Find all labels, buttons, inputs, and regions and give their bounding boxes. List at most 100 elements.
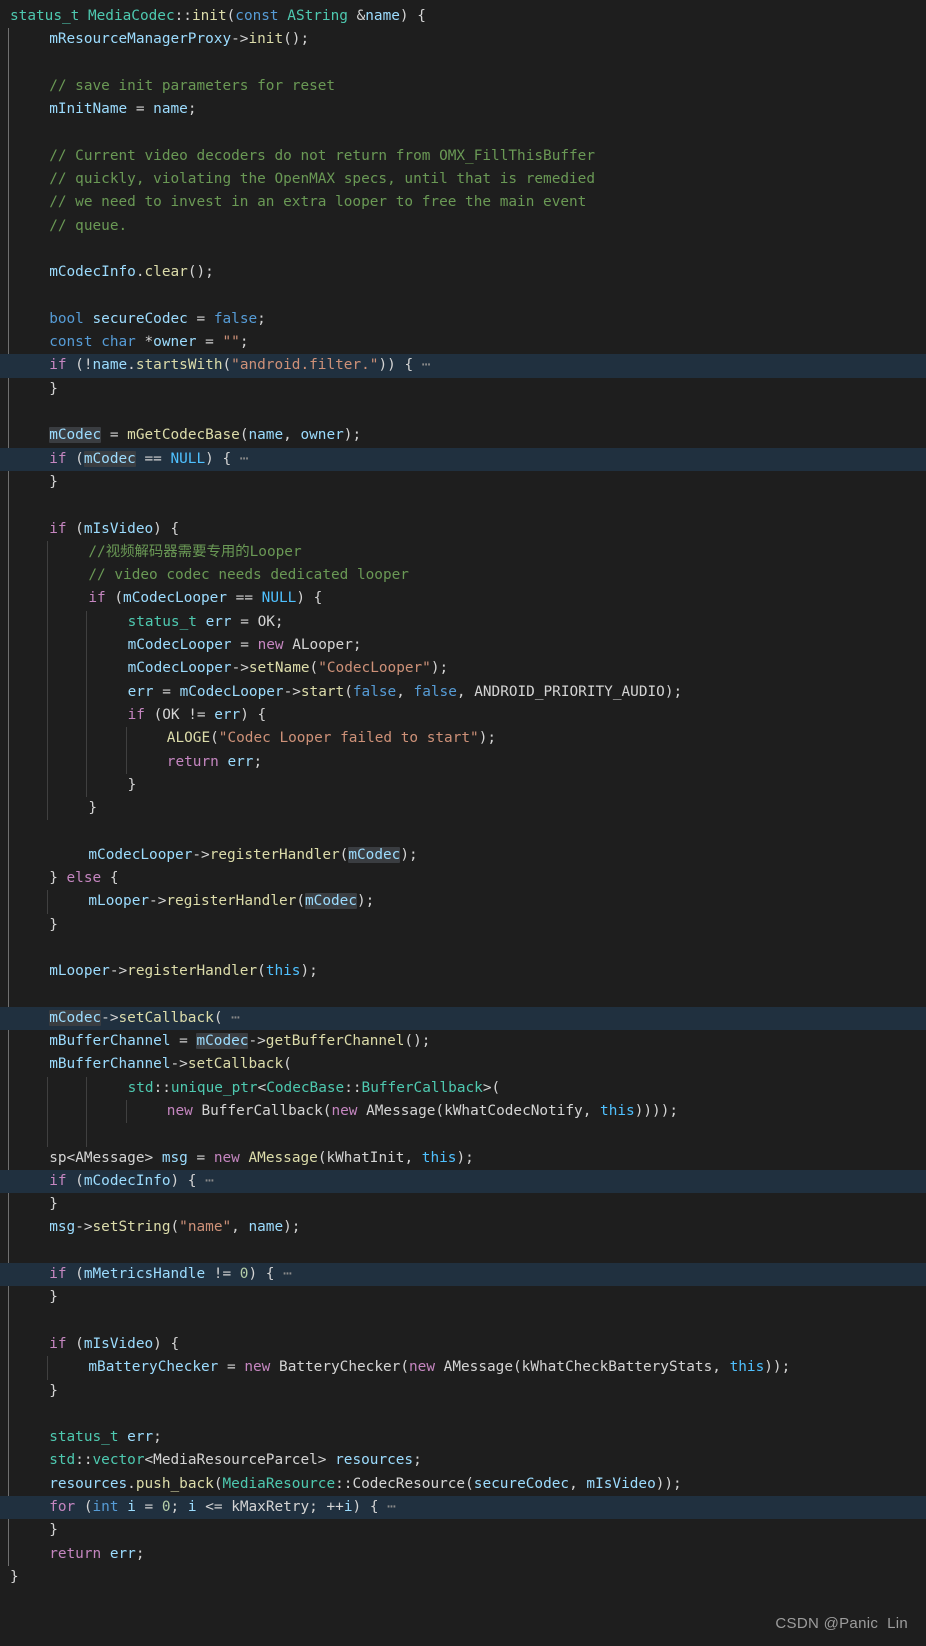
code-line[interactable] bbox=[0, 1403, 926, 1426]
code-line[interactable]: sp<AMessage> msg = new AMessage(kWhatIni… bbox=[0, 1147, 926, 1170]
code-line-text: if (mMetricsHandle != 0) { ⋯ bbox=[10, 1263, 292, 1286]
code-line[interactable]: // queue. bbox=[0, 215, 926, 238]
code-line[interactable] bbox=[0, 820, 926, 843]
code-line-text: } bbox=[10, 1193, 58, 1216]
code-line-text: mCodecInfo.clear(); bbox=[10, 261, 214, 284]
code-line[interactable]: if (mMetricsHandle != 0) { ⋯ bbox=[0, 1263, 926, 1287]
code-token: ); bbox=[343, 427, 362, 444]
code-line[interactable]: if (mIsVideo) { bbox=[0, 1333, 926, 1356]
code-token: clear bbox=[144, 264, 188, 281]
code-line[interactable]: // video codec needs dedicated looper bbox=[0, 564, 926, 587]
code-line[interactable]: new BufferCallback(new AMessage(kWhatCod… bbox=[0, 1100, 926, 1123]
code-token: ( bbox=[296, 893, 306, 910]
code-line[interactable]: //视频解码器需要专用的Looper bbox=[0, 541, 926, 564]
code-token: false bbox=[413, 683, 457, 700]
code-line[interactable]: mCodecLooper->setName("CodecLooper"); bbox=[0, 657, 926, 680]
code-line[interactable]: mInitName = name; bbox=[0, 98, 926, 121]
code-line[interactable]: mBufferChannel->setCallback( bbox=[0, 1053, 926, 1076]
code-token: ; bbox=[170, 1499, 188, 1515]
code-line[interactable]: std::unique_ptr<CodecBase::BufferCallbac… bbox=[0, 1077, 926, 1100]
code-line[interactable]: const char *owner = ""; bbox=[0, 331, 926, 354]
code-line[interactable] bbox=[0, 983, 926, 1006]
code-line[interactable]: return err; bbox=[0, 751, 926, 774]
code-line[interactable]: // quickly, violating the OpenMAX specs,… bbox=[0, 168, 926, 191]
code-line[interactable]: } bbox=[0, 471, 926, 494]
code-line[interactable]: if (mCodecLooper == NULL) { bbox=[0, 587, 926, 610]
code-line-text: return err; bbox=[10, 1543, 144, 1566]
code-line[interactable]: mCodecLooper->registerHandler(mCodec); bbox=[0, 844, 926, 867]
code-line[interactable] bbox=[0, 1240, 926, 1263]
code-line[interactable] bbox=[0, 238, 926, 261]
code-line[interactable]: status_t err; bbox=[0, 1426, 926, 1449]
code-token: MediaCodec bbox=[87, 8, 175, 24]
code-line[interactable]: } bbox=[0, 1286, 926, 1309]
code-token: -> bbox=[149, 893, 167, 910]
code-line[interactable] bbox=[0, 401, 926, 424]
code-token: err bbox=[109, 1545, 136, 1562]
code-token: this bbox=[421, 1149, 457, 1166]
code-line[interactable] bbox=[0, 937, 926, 960]
code-line[interactable] bbox=[0, 285, 926, 308]
code-line[interactable] bbox=[0, 52, 926, 75]
code-line[interactable]: } bbox=[0, 1193, 926, 1216]
code-line[interactable]: mResourceManagerProxy->init(); bbox=[0, 28, 926, 51]
code-line[interactable]: if (!name.startsWith("android.filter."))… bbox=[0, 354, 926, 378]
code-token: secureCodec bbox=[473, 1475, 570, 1492]
code-token: ( bbox=[512, 1359, 522, 1376]
code-line[interactable] bbox=[0, 1123, 926, 1146]
code-token: name bbox=[365, 8, 400, 24]
code-line[interactable]: } bbox=[0, 914, 926, 937]
code-lines-container[interactable]: status_t MediaCodec::init(const AString … bbox=[0, 5, 926, 1589]
code-line[interactable]: mLooper->registerHandler(this); bbox=[0, 960, 926, 983]
code-line[interactable]: mCodecLooper = new ALooper; bbox=[0, 634, 926, 657]
code-token: mLooper bbox=[49, 963, 110, 980]
code-line[interactable]: } else { bbox=[0, 867, 926, 890]
code-line[interactable]: } bbox=[0, 378, 926, 401]
code-token: this bbox=[600, 1102, 635, 1119]
code-line[interactable]: status_t err = OK; bbox=[0, 611, 926, 634]
code-line[interactable]: mCodecInfo.clear(); bbox=[0, 261, 926, 284]
code-line[interactable]: mLooper->registerHandler(mCodec); bbox=[0, 890, 926, 913]
code-line[interactable]: if (mIsVideo) { bbox=[0, 518, 926, 541]
code-line[interactable] bbox=[0, 121, 926, 144]
code-line[interactable]: err = mCodecLooper->start(false, false, … bbox=[0, 681, 926, 704]
code-line[interactable]: } bbox=[0, 797, 926, 820]
code-token: -> bbox=[170, 1056, 188, 1073]
code-token: mCodecLooper bbox=[127, 637, 232, 654]
code-line-text: mCodecLooper->setName("CodecLooper"); bbox=[10, 657, 449, 680]
code-token: ); bbox=[357, 893, 375, 910]
code-line[interactable]: std::vector<MediaResourceParcel> resourc… bbox=[0, 1449, 926, 1472]
code-line[interactable]: } bbox=[0, 1380, 926, 1403]
code-line[interactable]: } bbox=[0, 1566, 926, 1589]
code-line[interactable]: mBufferChannel = mCodec->getBufferChanne… bbox=[0, 1030, 926, 1053]
code-editor[interactable]: status_t MediaCodec::init(const AString … bbox=[0, 0, 926, 1646]
code-token: i bbox=[127, 1499, 136, 1515]
code-line-text: mResourceManagerProxy->init(); bbox=[10, 28, 309, 51]
code-line[interactable] bbox=[0, 1310, 926, 1333]
code-line[interactable]: mCodec = mGetCodecBase(name, owner); bbox=[0, 424, 926, 447]
code-line[interactable]: return err; bbox=[0, 1543, 926, 1566]
code-token: , bbox=[404, 1149, 422, 1166]
code-line[interactable]: mCodec->setCallback( ⋯ bbox=[0, 1006, 926, 1031]
code-line[interactable]: bool secureCodec = false; bbox=[0, 308, 926, 331]
code-line[interactable]: if (OK != err) { bbox=[0, 704, 926, 727]
code-line[interactable]: mBatteryChecker = new BatteryChecker(new… bbox=[0, 1356, 926, 1379]
code-line[interactable]: for (int i = 0; i <= kMaxRetry; ++i) { ⋯ bbox=[0, 1496, 926, 1520]
code-line[interactable]: ALOGE("Codec Looper failed to start"); bbox=[0, 727, 926, 750]
code-line[interactable]: } bbox=[0, 1519, 926, 1542]
code-token: (); bbox=[404, 1033, 431, 1050]
code-line[interactable]: if (mCodec == NULL) { ⋯ bbox=[0, 447, 926, 471]
code-line[interactable]: resources.push_back(MediaResource::Codec… bbox=[0, 1473, 926, 1496]
code-line[interactable]: // we need to invest in an extra looper … bbox=[0, 191, 926, 214]
code-token: ⋯ bbox=[196, 1172, 214, 1189]
code-line[interactable]: msg->setString("name", name); bbox=[0, 1216, 926, 1239]
code-line[interactable]: // Current video decoders do not return … bbox=[0, 145, 926, 168]
code-line[interactable]: } bbox=[0, 774, 926, 797]
code-line[interactable]: if (mCodecInfo) { ⋯ bbox=[0, 1169, 926, 1194]
code-line[interactable] bbox=[0, 494, 926, 517]
code-line[interactable]: status_t MediaCodec::init(const AString … bbox=[0, 5, 926, 28]
code-line[interactable]: // save init parameters for reset bbox=[0, 75, 926, 98]
